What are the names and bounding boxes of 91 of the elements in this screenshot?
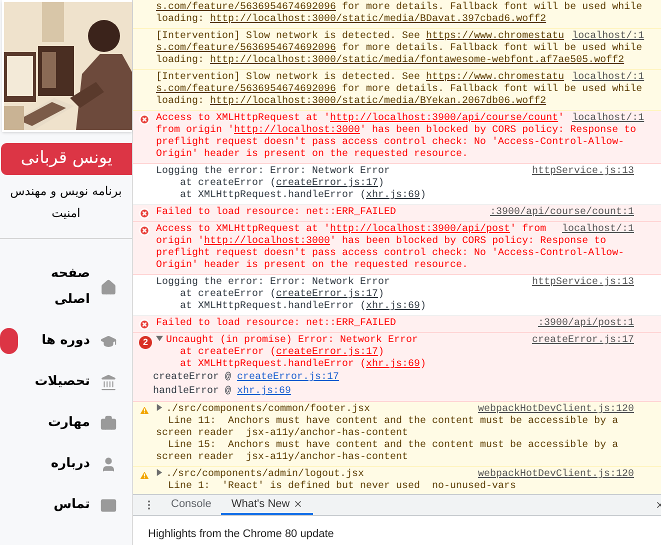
nav-link[interactable]: صفحه اصلی <box>28 261 90 313</box>
message-text: loading: http://localhost:3000/static/media/BDavat.397cbad6.woff2 <box>156 14 546 26</box>
error-icon <box>139 208 150 219</box>
link[interactable]: createError.js:17 <box>276 289 378 300</box>
link[interactable]: http://localhost:3000 <box>234 125 360 136</box>
message-text: at XMLHttpRequest.handleError (xhr.js:69) <box>179 301 426 313</box>
nav-link[interactable]: دوره ها <box>28 328 90 354</box>
link[interactable]: http://localhost:3000/static/media/fontawesome-webfont.af7ae505.woff2 <box>210 55 624 66</box>
home-icon <box>100 278 117 296</box>
bank-icon <box>100 374 117 390</box>
source-link[interactable]: httpService.js:13 <box>524 166 634 178</box>
nav-link[interactable]: تماس <box>28 492 90 518</box>
message-text: at createError (createError.js:17) <box>179 178 384 190</box>
stack-frame: createError @ <box>153 371 238 385</box>
link[interactable]: createError.js:17 <box>276 178 378 189</box>
source-link[interactable]: localhost/:1 <box>564 72 644 84</box>
source-link[interactable]: :3900/api/course/count:1 <box>482 207 634 219</box>
link[interactable]: s.com/feature/5636954674692096 <box>156 43 336 54</box>
error-icon <box>139 225 150 236</box>
drawer-tab[interactable]: Console <box>161 495 222 515</box>
warning-icon <box>139 405 150 416</box>
message-text: Uncaught (in promise) Error: Network Error <box>166 335 418 346</box>
message-text: Line 11: Anchors must have content and the content must be accessible by a <box>167 416 618 428</box>
message-text: s.com/feature/5636954674692096 for more details. Fallback font will be used while <box>156 43 642 54</box>
drawer-tab[interactable]: What's New <box>221 495 313 515</box>
message-text: ./src/components/admin/logout.jsx <box>166 469 364 480</box>
link[interactable]: xhr.js:69 <box>237 385 292 399</box>
message-text: [Intervention] Slow network is detected. See https://www.chromestatu <box>156 31 564 42</box>
message-text: Origin' header is present on the requested resource. <box>156 260 468 272</box>
user-icon <box>100 456 117 472</box>
source-link[interactable]: httpService.js:13 <box>524 277 634 289</box>
close-icon[interactable] <box>292 499 303 510</box>
message-text: Line 1: 'React' is defined but never used no-unused-vars <box>167 481 516 493</box>
link[interactable]: s.com/feature/5636954674692096 <box>156 84 336 95</box>
message-text: Access to XMLHttpRequest at 'http://localhost:3900/api/post' from <box>156 224 546 236</box>
message-text: from origin 'http://localhost:3000' has been blocked by CORS policy: Response to <box>156 125 636 136</box>
message-text: screen reader jsx-a11y/anchor-has-content <box>156 452 408 464</box>
link[interactable]: https://www.chromestatu <box>426 72 564 83</box>
message-text: loading: http://localhost:3000/static/media/fontawesome-webfont.af7ae505.woff2 <box>156 55 624 67</box>
link[interactable]: http://localhost:3000/static/media/BDavat.397cbad6.woff2 <box>210 14 546 25</box>
message-text: screen reader jsx-a11y/anchor-has-content <box>156 428 408 440</box>
message-text: Origin' header is present on the requested resource. <box>156 149 468 161</box>
caret-down-icon[interactable] <box>156 335 166 342</box>
message-text: Access to XMLHttpRequest at 'http://localhost:3900/api/course/count' <box>156 113 564 124</box>
stack-frame: handleError @ <box>153 385 238 399</box>
link[interactable]: xhr.js:69 <box>366 190 420 201</box>
source-link[interactable]: createError.js:17 <box>524 335 634 347</box>
message-text: origin 'http://localhost:3000' has been blocked by CORS policy: Response to <box>156 236 606 248</box>
link[interactable]: createError.js:17 <box>237 371 340 385</box>
nav-link[interactable]: تحصیلات <box>28 369 90 395</box>
message-text: at XMLHttpRequest.handleError (xhr.js:69) <box>179 190 426 202</box>
source-link[interactable]: :3900/api/post:1 <box>530 318 634 330</box>
source-link[interactable]: webpackHotDevClient.js:120 <box>470 469 634 481</box>
link[interactable]: http://localhost:3900/api/post <box>330 224 510 235</box>
briefcase-icon <box>100 414 117 432</box>
nav-link[interactable]: مهارت <box>28 410 90 436</box>
link[interactable]: s.com/feature/5636954674692096 <box>156 2 336 13</box>
link[interactable]: https://www.chromestatu <box>426 31 564 42</box>
error-icon <box>139 114 150 125</box>
message-text: loading: http://localhost:3000/static/media/BYekan.2067db06.woff2 <box>156 96 546 108</box>
message-text: at XMLHttpRequest.handleError (xhr.js:69) <box>179 359 426 371</box>
link[interactable]: createError.js:17 <box>276 347 378 358</box>
source-link[interactable]: localhost/:1 <box>554 224 634 236</box>
message-text: at createError (createError.js:17) <box>179 347 384 358</box>
nav-link[interactable]: درباره <box>28 451 90 477</box>
message-text: ./src/components/common/footer.jsx <box>166 404 370 416</box>
message-text: s.com/feature/5636954674692096 for more details. Fallback font will be used while <box>156 2 642 14</box>
error-count-badge: 2 <box>139 336 152 349</box>
name-banner: یونس قربانی <box>1 143 132 175</box>
message-text: Failed to load resource: net::ERR_FAILED <box>156 318 396 330</box>
message-text: at createError (createError.js:17) <box>179 289 384 300</box>
message-text: preflight request doesn't pass access control check: No 'Access-Control-Allow- <box>156 137 624 148</box>
link[interactable]: xhr.js:69 <box>366 301 420 312</box>
error-icon <box>139 319 150 330</box>
message-text: Logging the error: Error: Network Error <box>156 277 390 288</box>
profile-title: برنامه نویس و مهندس امنیت <box>9 183 123 222</box>
link[interactable]: http://localhost:3000 <box>204 236 330 247</box>
source-link[interactable]: webpackHotDevClient.js:120 <box>470 404 634 416</box>
message-text: [Intervention] Slow network is detected. See https://www.chromestatu <box>156 72 564 84</box>
link[interactable]: xhr.js:69 <box>366 359 420 370</box>
source-link[interactable]: localhost/:1 <box>564 31 644 43</box>
source-link[interactable]: localhost/:1 <box>564 113 644 125</box>
message-text: preflight request doesn't pass access control check: No 'Access-Control-Allow- <box>156 248 624 260</box>
message-text: Logging the error: Error: Network Error <box>156 166 390 178</box>
message-text: s.com/feature/5636954674692096 for more details. Fallback font will be used while <box>156 84 642 96</box>
link[interactable]: http://localhost:3900/api/course/count <box>330 113 558 124</box>
link[interactable]: http://localhost:3000/static/media/BYekan.2067db06.woff2 <box>210 96 546 107</box>
drawer-heading: Highlights from the Chrome 80 update <box>148 528 334 540</box>
message-text: Failed to load resource: net::ERR_FAILED <box>156 207 396 219</box>
warning-icon <box>139 470 150 481</box>
message-text: Line 15: Anchors must have content and the content must be accessible by a <box>167 440 618 452</box>
